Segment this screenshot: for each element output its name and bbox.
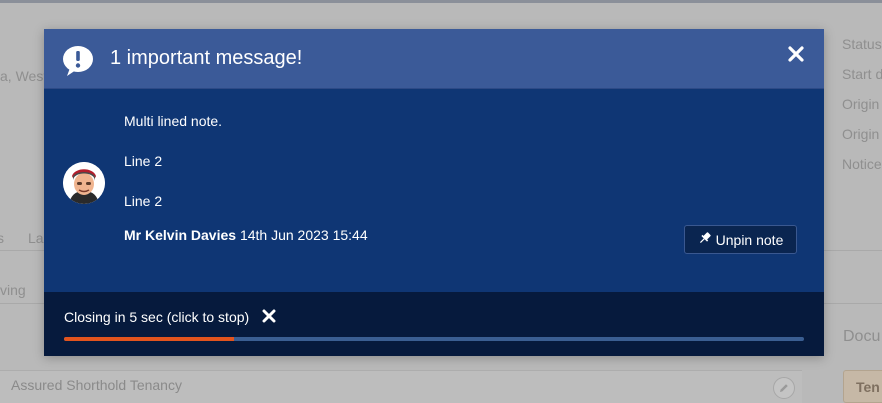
row-fragment: ving (0, 282, 26, 298)
note-byline: Mr Kelvin Davies 14th Jun 2023 15:44 (124, 227, 368, 243)
stop-countdown-icon[interactable] (260, 307, 278, 325)
pin-icon (698, 231, 712, 248)
tab-partial-2[interactable]: La (28, 230, 44, 246)
label-origin: Origin (842, 96, 880, 112)
modal-footer[interactable]: Closing in 5 sec (click to stop) (44, 292, 824, 356)
address-fragment: a, West (0, 68, 48, 84)
speech-bubble-exclamation-icon (62, 45, 94, 77)
documents-heading: Docu (843, 328, 881, 345)
close-icon[interactable] (785, 43, 807, 65)
note-timestamp: 14th Jun 2023 15:44 (239, 227, 368, 243)
label-origin-2: Origin (842, 126, 880, 142)
tenancy-type: Assured Shorthold Tenancy (11, 377, 182, 393)
avatar (63, 162, 105, 204)
modal-title: 1 important message! (110, 47, 303, 69)
countdown-progress-bar (64, 337, 804, 341)
document-tab[interactable]: Ten (843, 370, 882, 403)
unpin-note-label: Unpin note (715, 231, 784, 248)
closing-countdown[interactable]: Closing in 5 sec (click to stop) (64, 309, 249, 325)
note-author: Mr Kelvin Davies (124, 227, 237, 243)
important-message-modal: 1 important message! Multi lined note. L… (44, 29, 824, 356)
note-line-2: Line 2 (124, 153, 163, 169)
label-status: Status (842, 36, 882, 52)
countdown-progress-fill (64, 337, 235, 341)
note-line-1: Multi lined note. (124, 113, 223, 129)
unpin-note-button[interactable]: Unpin note (684, 225, 797, 254)
pencil-icon[interactable] (773, 377, 795, 399)
tab-partial[interactable]: s (0, 230, 4, 246)
label-start-date: Start d (842, 66, 882, 82)
top-bar (0, 0, 882, 3)
note-line-3: Line 2 (124, 193, 163, 209)
label-notice: Notice (842, 156, 882, 172)
modal-header: 1 important message! (44, 29, 824, 89)
